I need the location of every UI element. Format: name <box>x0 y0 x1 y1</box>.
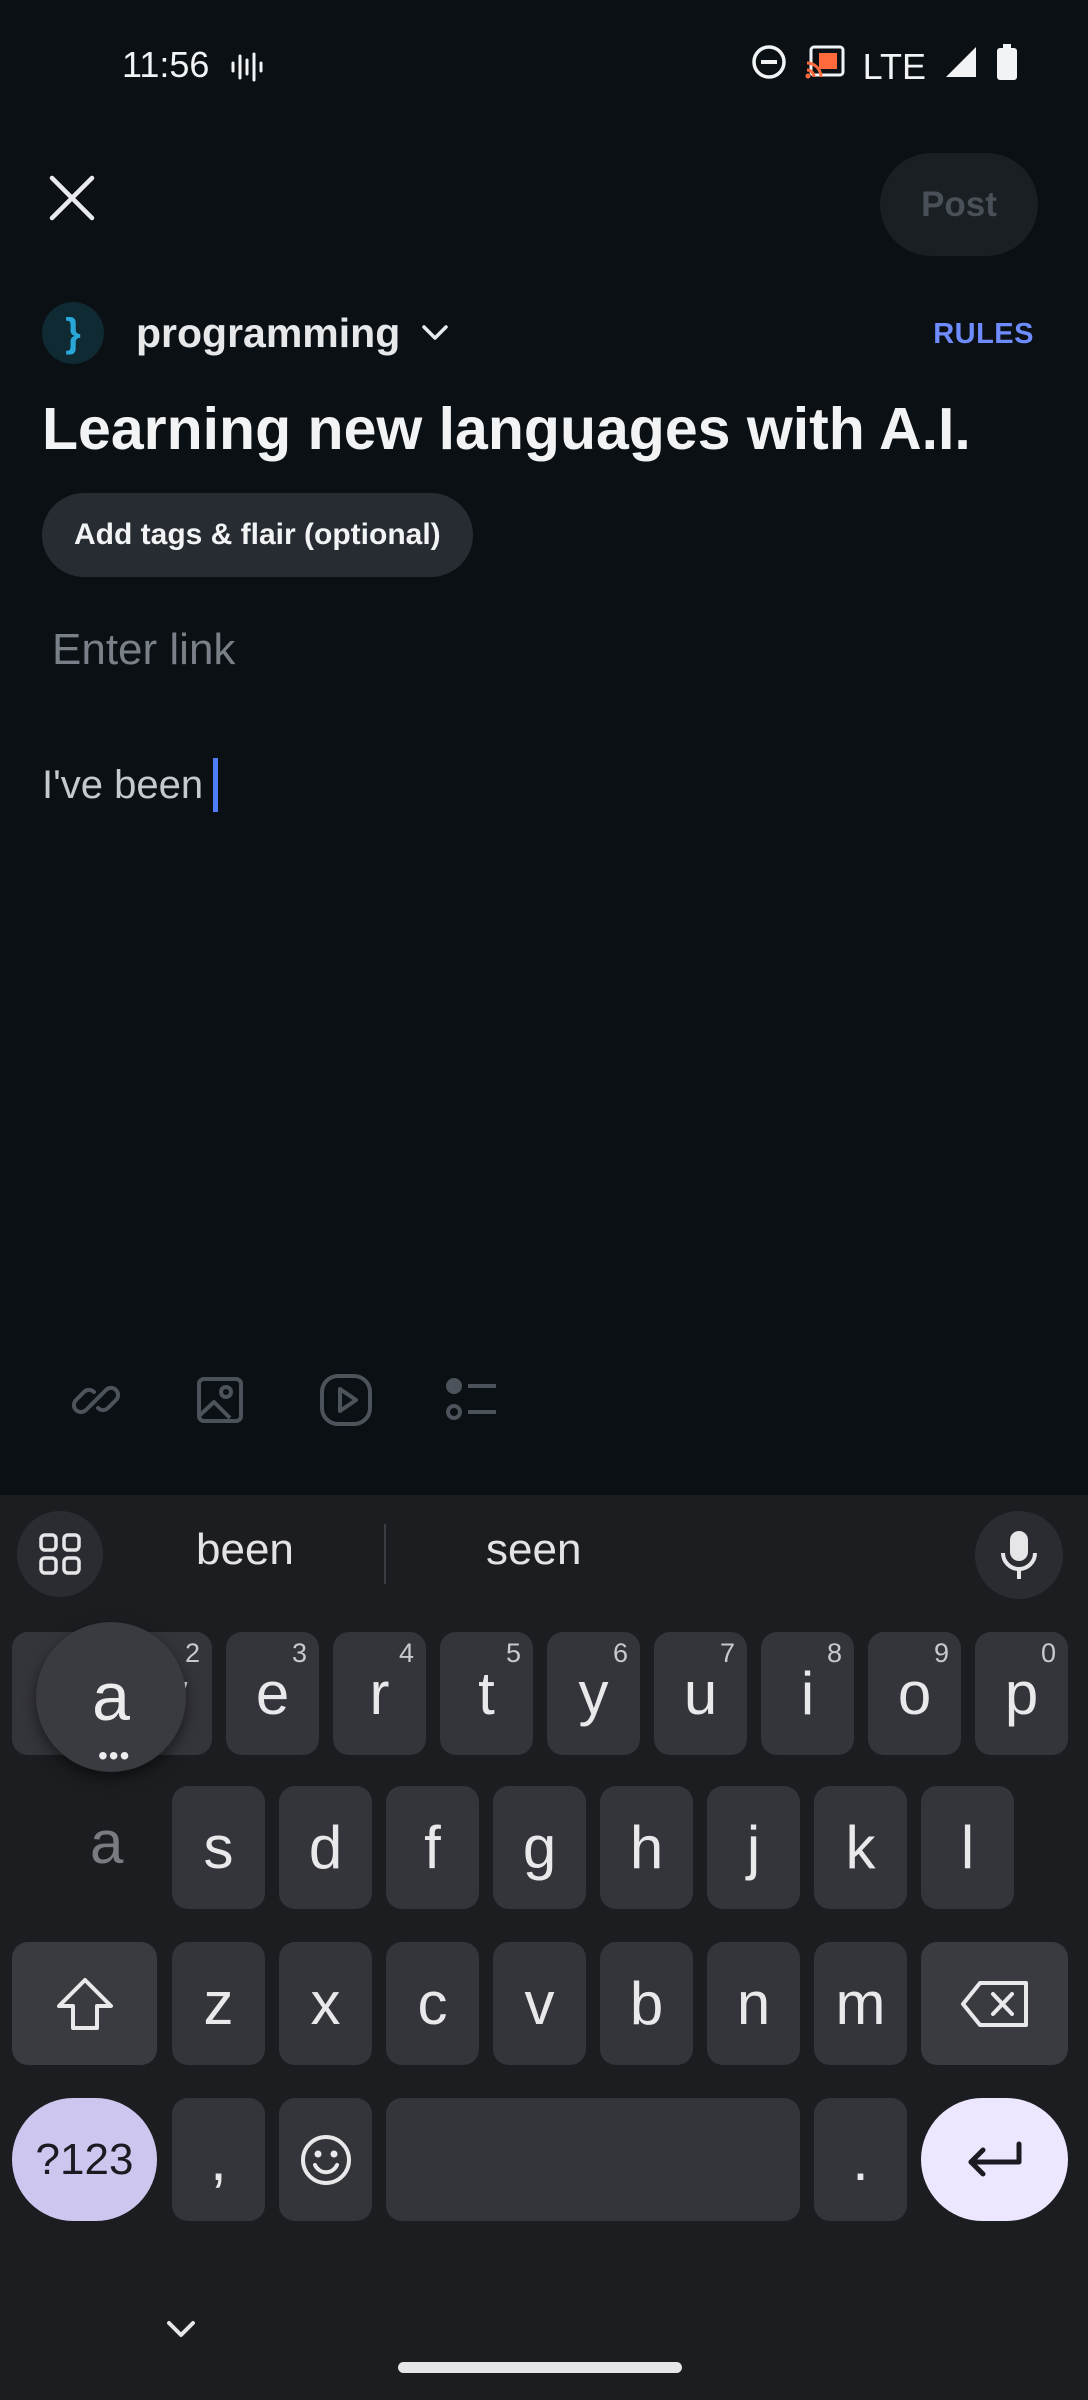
key-b[interactable]: b <box>600 1942 693 2065</box>
rules-link[interactable]: RULES <box>933 318 1034 351</box>
community-avatar: } <box>42 302 104 364</box>
key-l[interactable]: l <box>921 1786 1014 1909</box>
key-popup-dots: ••• <box>98 1740 131 1771</box>
emoji-key[interactable] <box>279 2098 372 2221</box>
period-key[interactable]: . <box>814 2098 907 2221</box>
space-key[interactable] <box>386 2098 800 2221</box>
body-text-field[interactable]: I've been <box>42 758 219 812</box>
key-h[interactable]: h <box>600 1786 693 1909</box>
status-time: 11:56 <box>122 44 210 85</box>
emoji-icon <box>300 2134 351 2185</box>
voice-waveform-icon <box>230 52 264 87</box>
shift-key[interactable] <box>12 1942 157 2065</box>
image-icon[interactable] <box>190 1370 250 1430</box>
suggestion-seen[interactable]: seen <box>486 1525 581 1575</box>
close-button[interactable] <box>44 170 100 226</box>
mic-icon <box>1001 1531 1037 1579</box>
backspace-key[interactable] <box>921 1942 1068 2065</box>
comma-key[interactable]: , <box>172 2098 265 2221</box>
signal-icon <box>944 45 978 88</box>
key-u[interactable]: 7u <box>654 1632 747 1755</box>
key-f[interactable]: f <box>386 1786 479 1909</box>
enter-key[interactable] <box>921 2098 1068 2221</box>
enter-arrow-icon <box>968 2141 1021 2176</box>
key-y[interactable]: 6y <box>547 1632 640 1755</box>
dnd-icon <box>751 44 787 89</box>
home-indicator[interactable] <box>398 2362 682 2373</box>
key-m[interactable]: m <box>814 1942 907 2065</box>
post-title[interactable]: Learning new languages with A.I. <box>42 395 971 463</box>
symbols-key[interactable]: ?123 <box>12 2098 157 2221</box>
chevron-down-icon <box>167 2321 195 2337</box>
post-button[interactable]: Post <box>880 153 1038 256</box>
close-icon <box>49 175 95 221</box>
key-s[interactable]: s <box>172 1786 265 1909</box>
add-tags-button[interactable]: Add tags & flair (optional) <box>42 493 473 577</box>
backspace-icon <box>960 1980 1028 2027</box>
key-k[interactable]: k <box>814 1786 907 1909</box>
key-a[interactable]: a <box>90 1808 123 1877</box>
link-icon[interactable] <box>66 1370 126 1430</box>
community-name: programming <box>136 309 401 356</box>
key-n[interactable]: n <box>707 1942 800 2065</box>
key-c[interactable]: c <box>386 1942 479 2065</box>
hide-keyboard-button[interactable] <box>164 2318 198 2345</box>
key-d[interactable]: d <box>279 1786 372 1909</box>
list-icon[interactable] <box>442 1370 502 1430</box>
video-icon[interactable] <box>316 1370 376 1430</box>
suggestion-been[interactable]: been <box>196 1525 294 1575</box>
key-e[interactable]: 3e <box>226 1632 319 1755</box>
key-z[interactable]: z <box>172 1942 265 2065</box>
apps-grid-icon <box>39 1533 81 1575</box>
suggestion-divider <box>384 1524 386 1584</box>
body-text: I've been <box>42 762 204 807</box>
key-t[interactable]: 5t <box>440 1632 533 1755</box>
community-selector[interactable]: } programming <box>42 302 450 364</box>
status-icons: LTE <box>751 44 1018 89</box>
link-input[interactable] <box>52 625 1032 675</box>
keyboard-menu-button[interactable] <box>17 1511 103 1597</box>
text-cursor <box>213 758 219 812</box>
chevron-down-icon <box>422 325 448 340</box>
key-v[interactable]: v <box>493 1942 586 2065</box>
key-j[interactable]: j <box>707 1786 800 1909</box>
key-r[interactable]: 4r <box>333 1632 426 1755</box>
network-label: LTE <box>862 45 926 87</box>
shift-arrow-icon <box>56 1977 113 2030</box>
voice-input-button[interactable] <box>975 1511 1063 1599</box>
key-i[interactable]: 8i <box>761 1632 854 1755</box>
key-o[interactable]: 9o <box>868 1632 961 1755</box>
cast-icon <box>805 45 845 88</box>
battery-icon <box>996 44 1018 89</box>
key-g[interactable]: g <box>493 1786 586 1909</box>
key-p[interactable]: 0p <box>975 1632 1068 1755</box>
key-x[interactable]: x <box>279 1942 372 2065</box>
